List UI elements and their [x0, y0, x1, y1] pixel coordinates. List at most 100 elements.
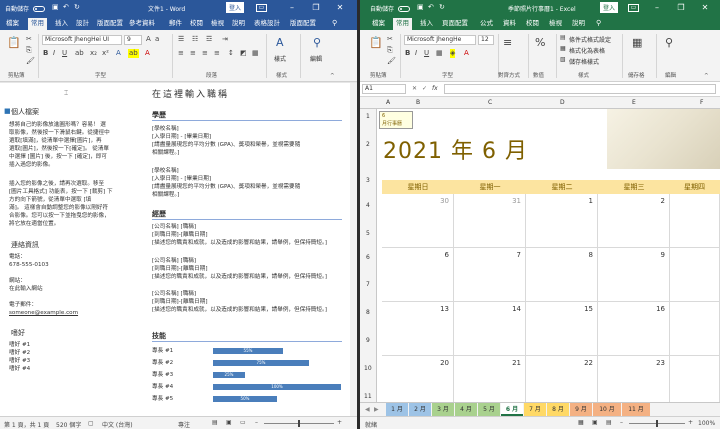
align-left-icon[interactable]: ≡: [178, 49, 184, 58]
tab-table-layout[interactable]: 版面配置: [290, 18, 316, 28]
calendar-day[interactable]: 23: [598, 356, 670, 408]
calendar-day[interactable]: 13: [382, 302, 454, 356]
row-header[interactable]: 9: [366, 337, 370, 344]
collapse-ribbon-icon[interactable]: ^: [330, 73, 335, 79]
row-header[interactable]: 3: [366, 177, 370, 184]
find-icon[interactable]: ⚲: [313, 36, 321, 50]
read-mode-icon[interactable]: ▤: [212, 419, 218, 426]
text-effects-icon[interactable]: A: [116, 49, 121, 58]
search-icon[interactable]: ⚲: [596, 19, 601, 27]
sheet-tab[interactable]: 11 月: [622, 403, 650, 416]
cells-icon[interactable]: ▦: [632, 36, 642, 50]
calendar-day[interactable]: 6: [382, 248, 454, 302]
bold-icon[interactable]: B: [43, 49, 48, 58]
calendar-day[interactable]: 2: [598, 194, 670, 248]
page-layout-icon[interactable]: ▣: [592, 419, 598, 426]
font-color-icon[interactable]: A: [464, 49, 469, 58]
tab-help[interactable]: 說明: [232, 18, 245, 28]
minimize-icon[interactable]: –: [650, 0, 664, 16]
zoom-out-icon[interactable]: –: [255, 419, 258, 426]
tab-file[interactable]: 檔案: [6, 18, 19, 28]
shading-icon[interactable]: ◩: [240, 49, 247, 58]
column-header[interactable]: D: [560, 99, 565, 106]
paste-icon[interactable]: 📋: [369, 36, 383, 50]
autosave-toggle[interactable]: [33, 5, 45, 12]
collapse-ribbon-icon[interactable]: ^: [704, 73, 709, 79]
cell-styles-button[interactable]: 儲存格樣式: [569, 57, 599, 66]
row-header[interactable]: 1: [366, 113, 370, 120]
tab-view[interactable]: 檢視: [549, 18, 562, 28]
zoom-in-icon[interactable]: +: [337, 419, 342, 426]
sheet-tab[interactable]: 9 月: [570, 403, 592, 416]
worksheet-grid[interactable]: 6 月行事曆 2021 年 6 月 星期日 星期一 星期二 星期三 星期四 30…: [377, 109, 720, 408]
ribbon-display-icon[interactable]: ▭: [628, 4, 639, 12]
document-page[interactable]: ⌶ ■ 個人檔案 想將自己的影像放進圓形嗎？容易！ 選 取影像，然後按一下滑鼠右…: [0, 83, 350, 416]
conditional-format-icon[interactable]: ▤: [560, 33, 566, 42]
tab-review[interactable]: 校閱: [190, 18, 203, 28]
web-layout-icon[interactable]: ▭: [240, 419, 246, 426]
tab-table-design[interactable]: 表格設計: [254, 18, 280, 28]
sheet-tab[interactable]: 6 月: [501, 403, 523, 416]
strikethrough-icon[interactable]: ab: [75, 49, 84, 58]
fill-color-icon[interactable]: ◈: [450, 49, 456, 58]
save-icon[interactable]: ▣: [52, 3, 59, 11]
language-label[interactable]: 中文 (台灣): [102, 420, 133, 429]
tab-home[interactable]: 常用: [393, 18, 412, 30]
justify-icon[interactable]: ≡: [214, 49, 220, 58]
tab-view[interactable]: 檢視: [211, 18, 224, 28]
sheet-tab[interactable]: 8 月: [547, 403, 569, 416]
borders-icon[interactable]: ▦: [436, 49, 443, 58]
calendar-day[interactable]: 31: [454, 194, 526, 248]
styles-icon[interactable]: A: [276, 36, 284, 50]
calendar-day[interactable]: 14: [454, 302, 526, 356]
focus-mode-button[interactable]: 專注: [178, 420, 190, 429]
align-center-icon[interactable]: ≡: [190, 49, 196, 58]
alignment-icon[interactable]: ≡: [503, 36, 512, 50]
calendar-day[interactable]: [670, 248, 720, 302]
close-icon[interactable]: ✕: [333, 0, 347, 16]
calendar-day[interactable]: 16: [598, 302, 670, 356]
document-area[interactable]: ⌶ ■ 個人檔案 想將自己的影像放進圓形嗎？容易！ 選 取影像，然後按一下滑鼠右…: [0, 83, 357, 416]
sheet-tab[interactable]: 4 月: [455, 403, 477, 416]
undo-icon[interactable]: ↶: [63, 3, 69, 11]
proofing-icon[interactable]: ▢: [88, 420, 94, 427]
calendar-day[interactable]: 20: [382, 356, 454, 408]
row-header[interactable]: 7: [366, 281, 370, 288]
format-painter-icon[interactable]: 🖌: [387, 57, 396, 66]
calendar-day[interactable]: [670, 194, 720, 248]
scroll-left-icon[interactable]: ◀: [365, 406, 370, 413]
number-format-icon[interactable]: %: [535, 36, 545, 50]
zoom-slider-thumb[interactable]: [656, 420, 658, 427]
numbering-icon[interactable]: ☷: [192, 35, 198, 44]
sheet-tab[interactable]: 5 月: [478, 403, 500, 416]
bold-icon[interactable]: B: [405, 49, 410, 58]
tab-insert[interactable]: 插入: [55, 18, 68, 28]
calendar-day[interactable]: [670, 302, 720, 356]
italic-icon[interactable]: I: [415, 49, 417, 58]
tab-page-layout[interactable]: 頁面配置: [442, 18, 468, 28]
styles-button[interactable]: 樣式: [274, 54, 286, 63]
calendar-day[interactable]: 9: [598, 248, 670, 302]
page-count[interactable]: 第 1 頁，共 1 頁: [4, 420, 49, 429]
bullets-icon[interactable]: ☰: [178, 35, 184, 44]
zoom-slider-thumb[interactable]: [298, 420, 300, 427]
format-painter-icon[interactable]: 🖌: [26, 57, 35, 66]
tab-references[interactable]: 參考資料: [129, 18, 155, 28]
tab-insert[interactable]: 插入: [420, 18, 433, 28]
highlight-icon[interactable]: ab: [128, 49, 139, 58]
cut-icon[interactable]: ✂: [387, 35, 393, 44]
tab-data[interactable]: 資料: [503, 18, 516, 28]
cut-icon[interactable]: ✂: [26, 35, 32, 44]
enter-icon[interactable]: ✓: [422, 85, 427, 92]
row-header[interactable]: 4: [366, 202, 370, 209]
redo-icon[interactable]: ↻: [74, 3, 80, 11]
row-header[interactable]: 11: [364, 393, 372, 400]
line-spacing-icon[interactable]: ↕: [228, 49, 234, 58]
calendar-day[interactable]: [670, 356, 720, 408]
column-header[interactable]: A: [386, 99, 390, 106]
tab-help[interactable]: 說明: [572, 18, 585, 28]
print-layout-icon[interactable]: ▣: [226, 419, 232, 426]
undo-icon[interactable]: ↶: [428, 3, 434, 11]
redo-icon[interactable]: ↻: [439, 3, 445, 11]
underline-icon[interactable]: U: [62, 49, 67, 58]
